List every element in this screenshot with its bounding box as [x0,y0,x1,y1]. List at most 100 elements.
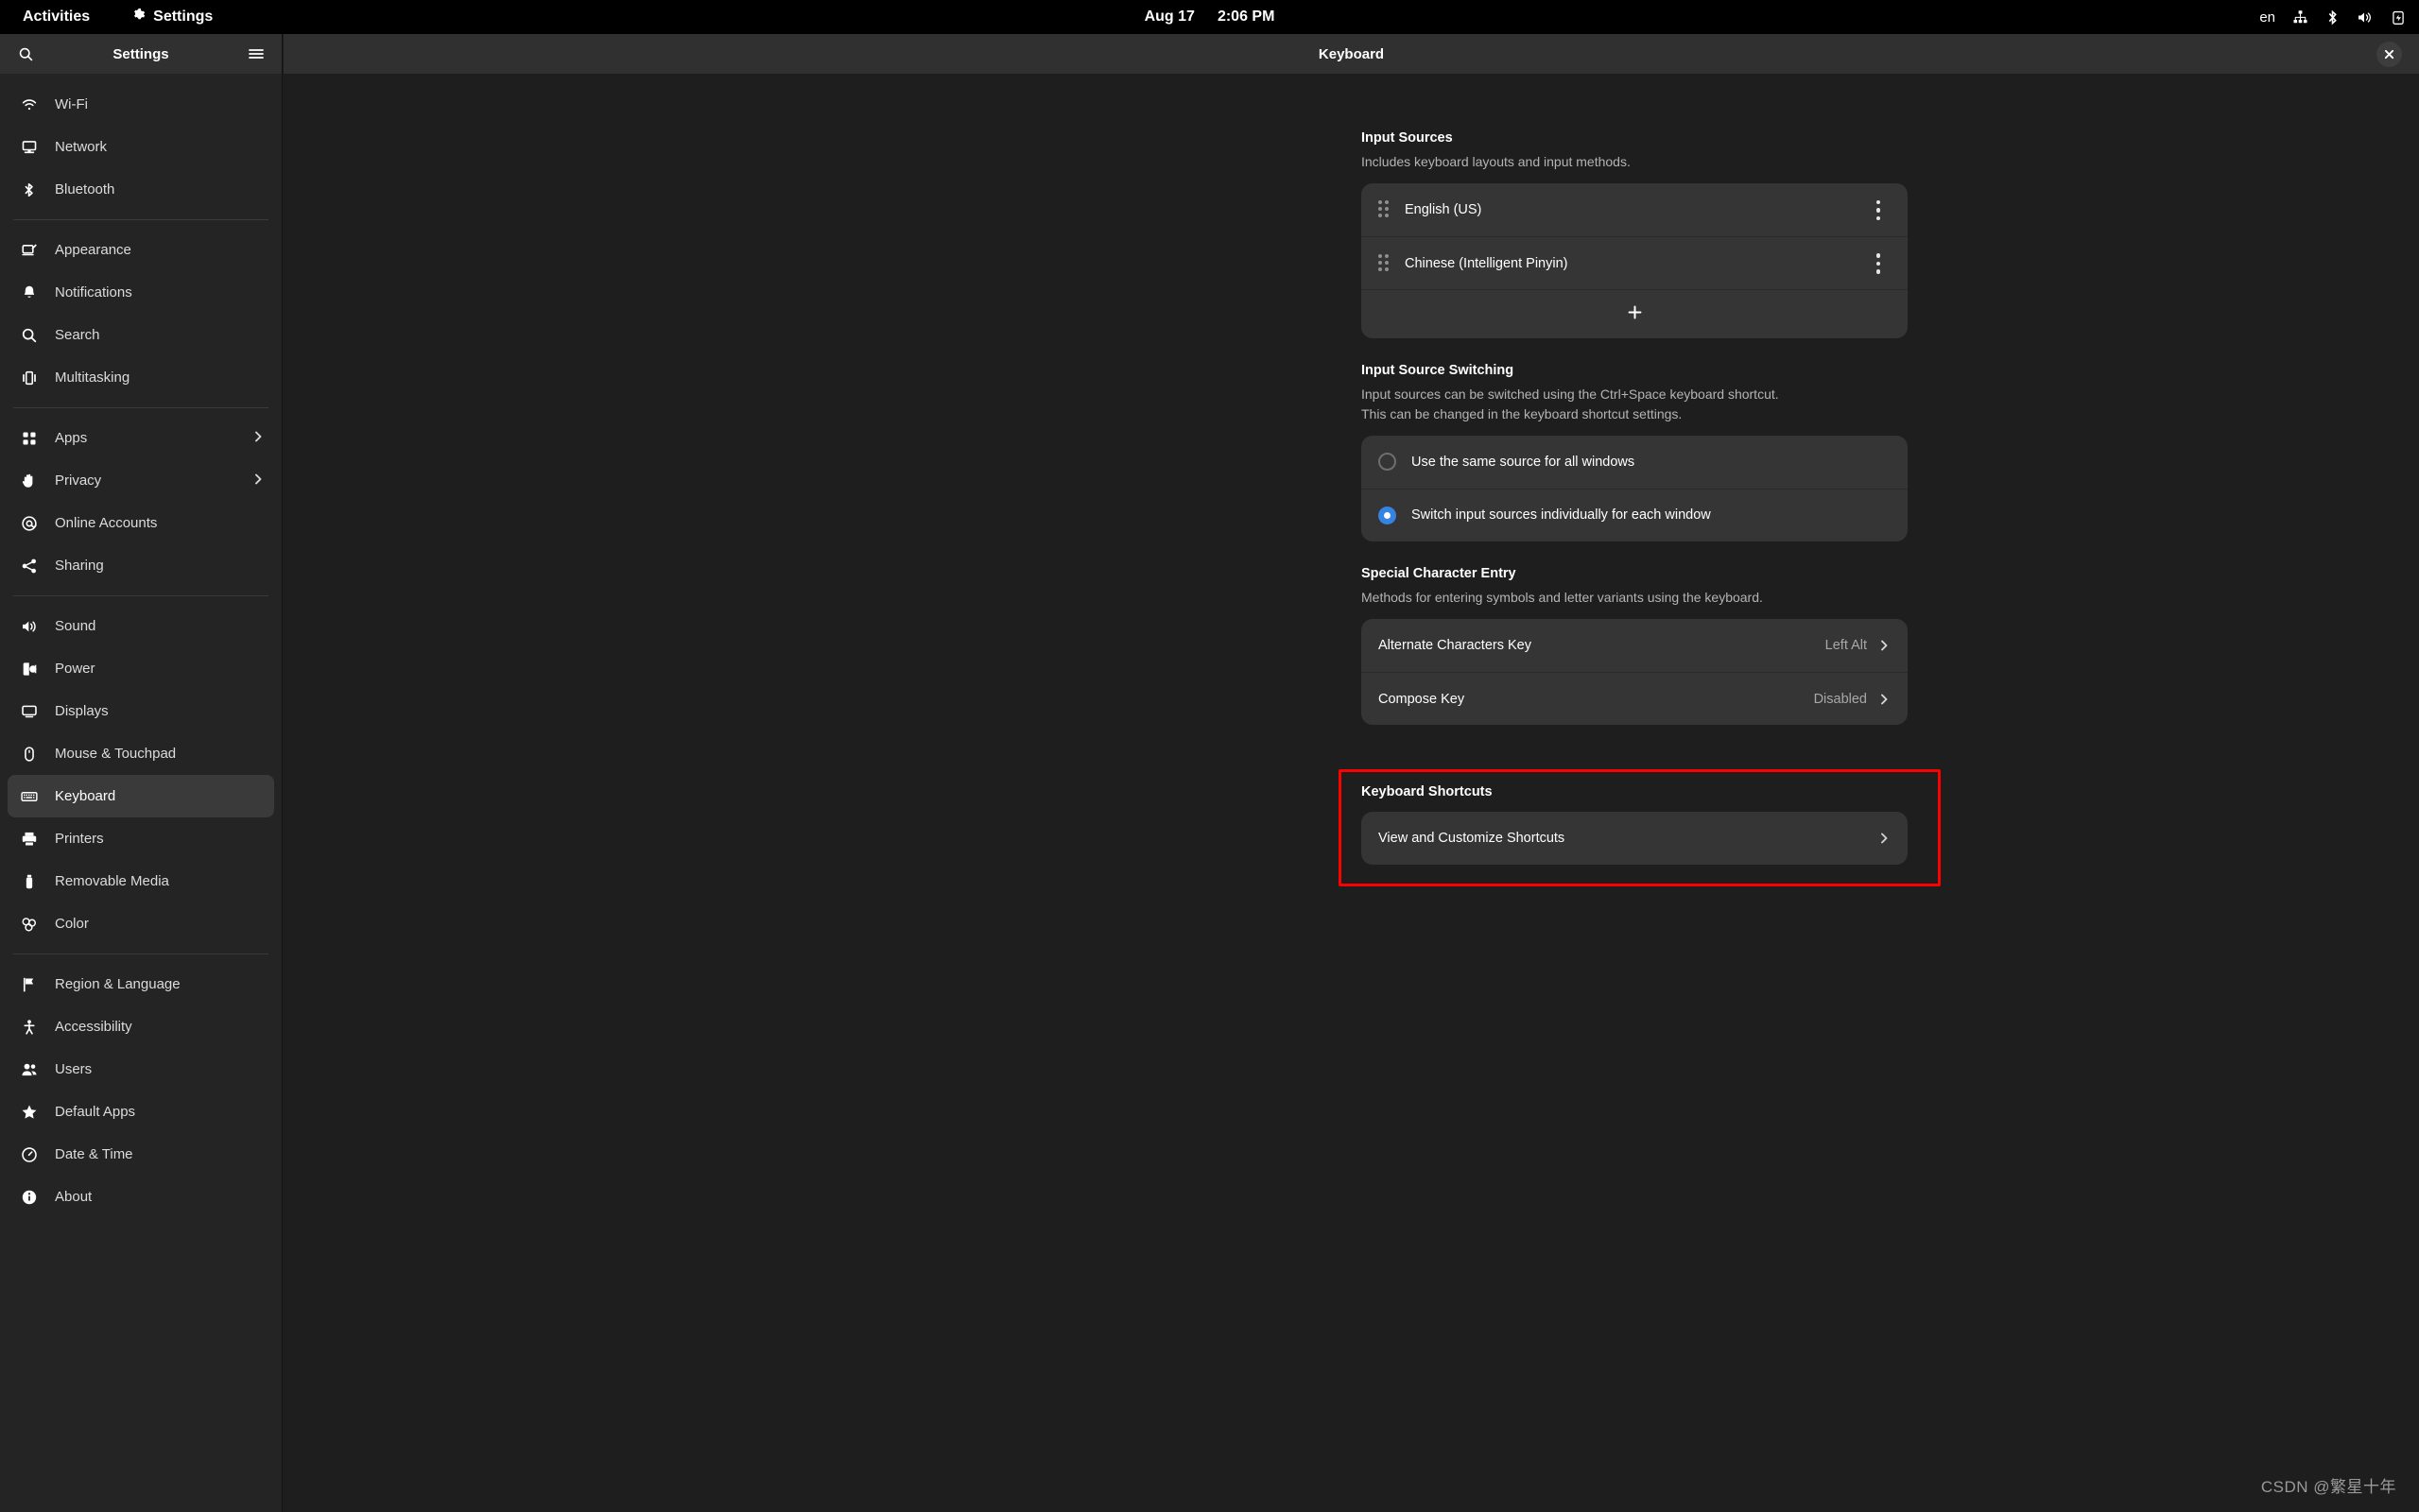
special-character-description: Methods for entering symbols and letter … [1361,589,1763,605]
sidebar-item-label: Sharing [55,558,104,574]
drag-handle-icon[interactable] [1378,253,1393,273]
apps-grid-icon [21,430,45,447]
at-sign-icon [21,515,45,532]
speaker-icon [21,618,45,635]
system-status-area[interactable]: en [2259,0,2406,34]
input-source-switching-option[interactable]: Use the same source for all windows [1361,436,1908,489]
switching-description-line1: Input sources can be switched using the … [1361,387,1779,403]
sidebar-item-label: Appearance [55,242,131,258]
power-plug-icon [21,661,45,678]
activities-button[interactable]: Activities [15,6,97,28]
monitor-icon [21,703,45,720]
clock-button[interactable]: Aug 17 2:06 PM [1059,9,1361,26]
more-options-icon[interactable] [1866,249,1891,278]
sidebar-item-date-time[interactable]: Date & Time [8,1133,274,1176]
sidebar-item-label: Multitasking [55,369,130,386]
special-character-title: Special Character Entry [1361,565,1516,581]
usb-drive-icon [21,873,45,890]
keyboard-shortcuts-title: Keyboard Shortcuts [1361,784,1493,799]
plus-icon [1626,303,1644,326]
sidebar-item-label: Region & Language [55,976,181,992]
volume-icon [2357,9,2374,26]
more-options-icon[interactable] [1866,196,1891,224]
settings-window: Settings Wi-Fi Network Bluetooth Appearance… [0,34,2419,1512]
sidebar-item-search[interactable]: Search [8,314,274,356]
sidebar-group: Region & Language Accessibility Users Defau… [0,963,282,1218]
sidebar-item-label: Apps [55,430,88,446]
info-icon [21,1189,45,1206]
sidebar-item-mouse-touchpad[interactable]: Mouse & Touchpad [8,732,274,775]
sidebar-item-displays[interactable]: Displays [8,690,274,732]
sidebar-item-network[interactable]: Network [8,126,274,168]
hand-icon [21,472,45,490]
chevron-right-icon [251,472,265,490]
drag-handle-icon[interactable] [1378,200,1393,219]
sidebar-item-label: Online Accounts [55,515,158,531]
sidebar-item-online-accounts[interactable]: Online Accounts [8,502,274,544]
sidebar-item-label: Date & Time [55,1146,133,1162]
keyboard-shortcuts-list: View and Customize Shortcuts [1361,812,1908,865]
sidebar-item-wi-fi[interactable]: Wi-Fi [8,83,274,126]
close-icon[interactable] [2376,42,2402,67]
search-icon[interactable] [13,42,38,66]
app-name-label: Settings [153,9,214,25]
switching-option-label: Use the same source for all windows [1411,454,1635,470]
add-input-source-button[interactable] [1361,289,1908,338]
topbar-date: Aug 17 [1144,9,1195,25]
sidebar-item-notifications[interactable]: Notifications [8,271,274,314]
special-character-value: Left Alt [1824,638,1867,654]
special-character-row[interactable]: Alternate Characters Key Left Alt [1361,619,1908,672]
radio-button[interactable] [1378,506,1396,524]
sidebar-item-printers[interactable]: Printers [8,817,274,860]
page-title: Keyboard [1318,45,1385,62]
wired-network-icon [2292,9,2308,26]
bluetooth-icon [21,181,45,198]
sidebar-item-label: Printers [55,831,104,847]
sidebar-item-privacy[interactable]: Privacy [8,459,274,502]
gnome-top-bar: Activities Settings Aug 17 2:06 PM en [0,0,2419,34]
main-panel: Keyboard Input Sources Includes keyboard… [284,34,2419,1512]
sidebar-item-bluetooth[interactable]: Bluetooth [8,168,274,211]
sidebar-item-default-apps[interactable]: Default Apps [8,1091,274,1133]
sidebar-item-region-language[interactable]: Region & Language [8,963,274,1005]
input-source-switching-option[interactable]: Switch input sources individually for ea… [1361,488,1908,541]
switching-option-label: Switch input sources individually for ea… [1411,507,1711,524]
radio-button[interactable] [1378,453,1396,472]
sidebar-item-label: About [55,1189,93,1205]
sidebar-item-keyboard[interactable]: Keyboard [8,775,274,817]
app-menu-settings[interactable]: Settings [124,5,220,29]
input-source-row[interactable]: English (US) [1361,183,1908,236]
sidebar-item-users[interactable]: Users [8,1048,274,1091]
sidebar-divider [13,407,268,408]
hamburger-menu-icon[interactable] [244,42,268,66]
view-and-customize-shortcuts-row[interactable]: View and Customize Shortcuts [1361,812,1908,865]
sidebar-item-color[interactable]: Color [8,902,274,945]
sidebar-item-label: Accessibility [55,1019,132,1035]
special-character-entry-section: Special Character Entry Methods for ente… [1361,565,1908,726]
sidebar-item-accessibility[interactable]: Accessibility [8,1005,274,1048]
input-source-indicator: en [2259,9,2275,26]
sidebar-item-appearance[interactable]: Appearance [8,229,274,271]
sidebar-header: Settings [0,34,282,74]
input-source-label: English (US) [1405,202,1482,218]
sidebar-item-about[interactable]: About [8,1176,274,1218]
share-icon [21,558,45,575]
input-sources-list: English (US) Chinese (Intelligent Pinyin) [1361,183,1908,339]
sidebar-item-label: Privacy [55,472,102,489]
special-character-value: Disabled [1813,691,1867,707]
sidebar-item-removable-media[interactable]: Removable Media [8,860,274,902]
special-character-label: Alternate Characters Key [1378,638,1531,654]
sidebar-item-sound[interactable]: Sound [8,605,274,647]
sidebar-item-apps[interactable]: Apps [8,417,274,459]
sidebar-item-label: Power [55,661,95,677]
special-character-row[interactable]: Compose Key Disabled [1361,672,1908,725]
main-header: Keyboard [284,34,2419,74]
sidebar-item-label: Sound [55,618,96,634]
sidebar-item-power[interactable]: Power [8,647,274,690]
keyboard-icon [21,788,45,805]
sidebar-group: Sound Power Displays Mouse & Touchpad Keyboa… [0,605,282,945]
input-source-row[interactable]: Chinese (Intelligent Pinyin) [1361,236,1908,289]
sidebar-item-multitasking[interactable]: Multitasking [8,356,274,399]
sidebar-item-sharing[interactable]: Sharing [8,544,274,587]
printer-icon [21,831,45,848]
